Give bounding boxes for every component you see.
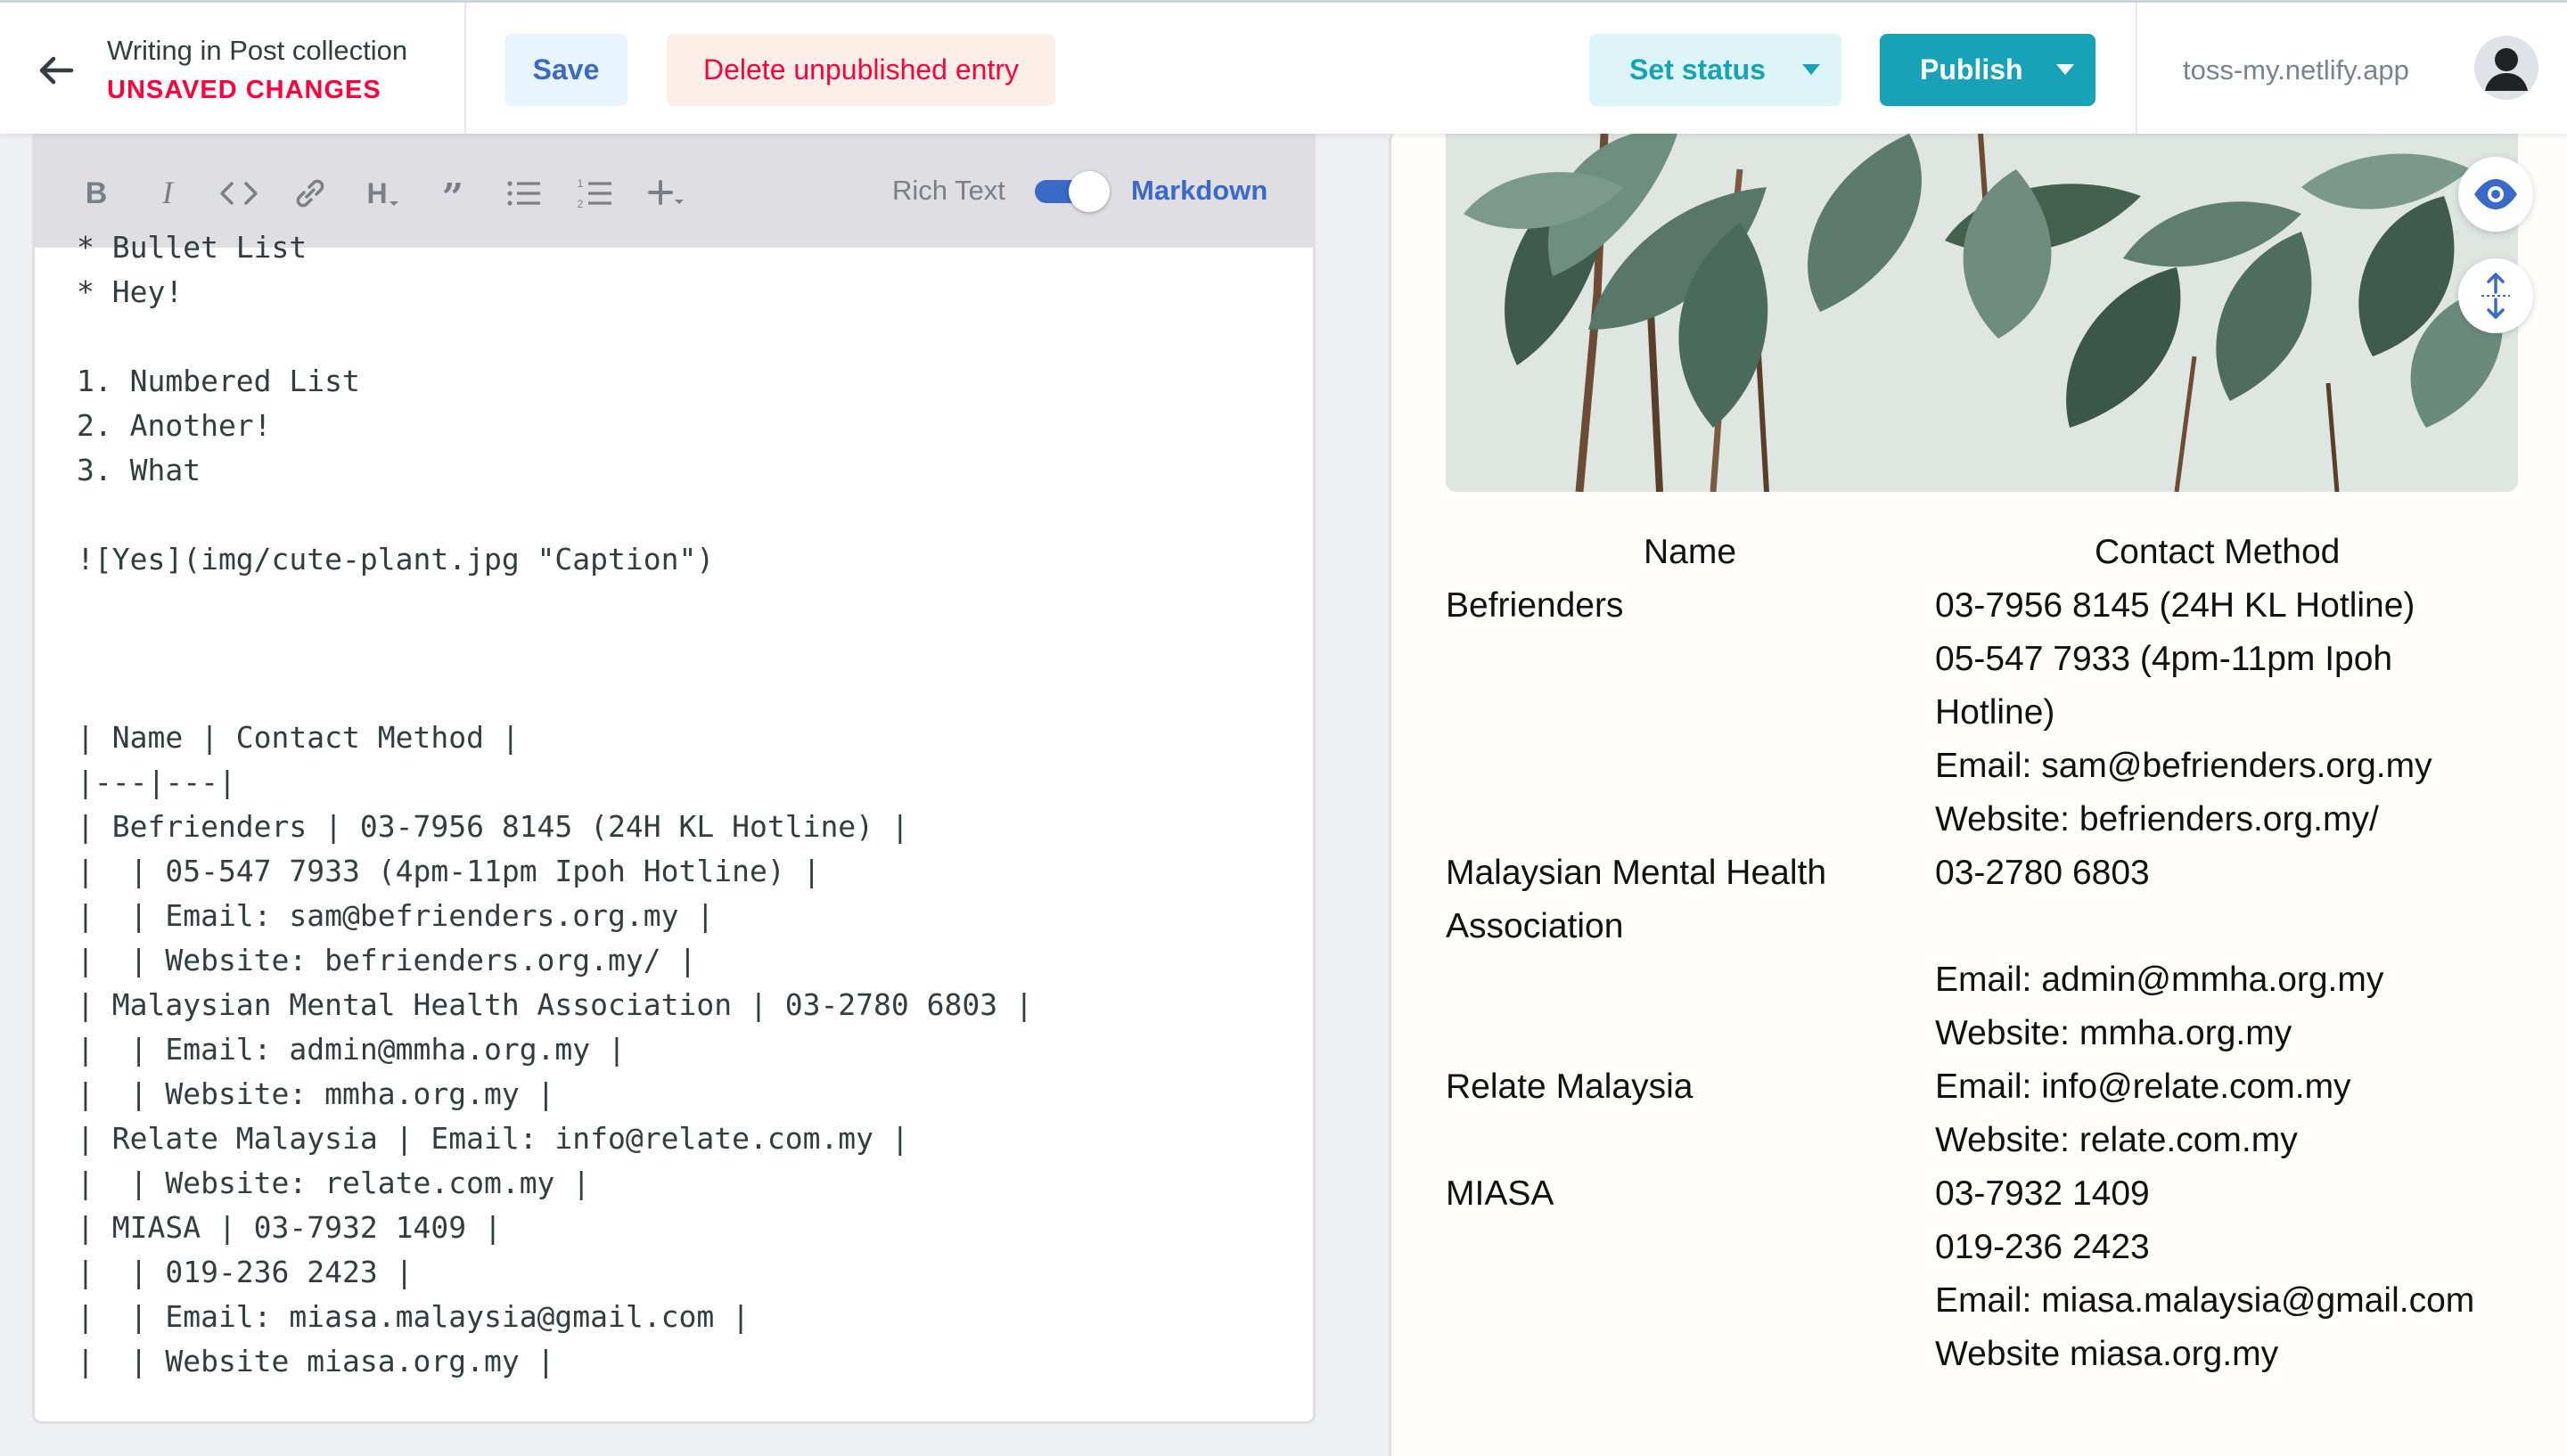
markdown-line: 3. What [77,453,201,487]
markdown-line: 2. Another! [77,408,272,443]
markdown-line: | | 019-236 2423 | [77,1255,414,1289]
chevron-down-icon [2056,64,2074,75]
publish-button[interactable]: Publish [1880,34,2095,106]
site-url-link[interactable]: toss-my.netlify.app [2183,54,2409,86]
svg-text:”: ” [442,176,463,216]
table-cell-contact: Email: info@relate.com.my [1935,1067,2351,1106]
markdown-line: | | 05-547 7933 (4pm-11pm Ipoh Hotline) … [77,854,821,888]
table-cell-contact: Website: mmha.org.my [1935,1014,2292,1052]
table-header-name: Name [1644,533,1737,571]
table-cell-name: Association [1446,907,1624,945]
collection-breadcrumb[interactable]: Writing in Post collection [107,35,407,67]
markdown-line [77,671,1307,716]
back-arrow-icon[interactable] [36,51,75,90]
svg-text:2: 2 [578,198,584,210]
markdown-line [77,626,1307,671]
set-status-label: Set status [1629,53,1766,86]
markdown-line: | | Website: mmha.org.my | [77,1076,555,1111]
markdown-line: | Malaysian Mental Health Association | … [77,987,1033,1022]
table-cell-name: Befrienders [1446,586,1624,625]
italic-icon[interactable]: I [145,171,190,216]
numbered-list-icon[interactable]: 12 [573,171,618,216]
markdown-line: | Relate Malaysia | Email: info@relate.c… [77,1121,909,1156]
unsaved-status: UNSAVED CHANGES [107,76,381,104]
toggle-knob [1069,171,1110,212]
markdown-line: * Bullet List [77,230,308,265]
table-cell-contact: 03-7932 1409 [1935,1174,2150,1213]
table-cell-contact: Website: befrienders.org.my/ [1935,800,2379,838]
table-cell-contact: 019-236 2423 [1935,1228,2150,1266]
code-icon[interactable] [217,171,261,216]
table-cell-contact: 03-2780 6803 [1935,854,2150,892]
table-cell-contact: Email: miasa.malaysia@gmail.com [1935,1281,2475,1320]
bulleted-list-icon[interactable] [502,171,546,216]
divider [2136,3,2137,134]
table-cell-contact: Website miasa.org.my [1935,1335,2279,1373]
cute-plant-image [1446,134,2518,492]
table-cell-contact: Email: sam@befrienders.org.my [1935,747,2432,785]
user-avatar-icon[interactable] [2474,36,2538,100]
add-component-icon[interactable] [644,171,689,216]
table-cell-name: Malaysian Mental Health [1446,854,1827,892]
chevron-down-icon [1802,64,1820,75]
markdown-line [77,493,1307,537]
markdown-line: | | Website miasa.org.my | [77,1344,555,1378]
table-cell-contact: Hotline) [1935,693,2055,732]
svg-text:B: B [86,176,108,210]
markdown-line: | | Email: sam@befrienders.org.my | [77,898,715,933]
editor-header: Writing in Post collection UNSAVED CHANG… [0,0,2567,134]
markdown-editor: B I H ” 12 Rich Text Markdown * Bullet L… [32,134,1316,1424]
table-cell-name: MIASA [1446,1174,1554,1213]
markdown-line: ![Yes](img/cute-plant.jpg "Caption") [77,542,715,577]
markdown-line [77,582,1307,626]
markdown-line: | | Email: admin@mmha.org.my | [77,1032,626,1067]
markdown-line: 1. Numbered List [77,364,360,398]
markdown-line: | Name | Contact Method | [77,720,520,755]
save-button[interactable]: Save [504,34,627,106]
markdown-line: |---|---| [77,765,236,799]
markdown-line: | | Email: miasa.malaysia@gmail.com | [77,1299,750,1334]
markdown-line: | | Website: relate.com.my | [77,1166,591,1200]
markdown-text-area[interactable]: * Bullet List * Hey! 1. Numbered List 2. An… [77,230,1307,1384]
svg-text:H: H [366,177,387,209]
eye-icon[interactable] [2458,157,2533,232]
scroll-sync-icon[interactable] [2458,258,2533,333]
markdown-line: * Hey! [77,274,184,309]
heading-icon[interactable]: H [359,171,404,216]
markdown-mode-label[interactable]: Markdown [1131,175,1267,207]
markdown-line [77,315,1307,359]
divider [464,3,466,134]
preview-pane: Name Contact Method Befrienders 03-7956 8… [1389,134,2567,1456]
markdown-line: | | Website: befrienders.org.my/ | [77,943,697,977]
table-header-contact: Contact Method [2095,533,2341,571]
table-cell-contact: 05-547 7933 (4pm-11pm Ipoh [1935,640,2393,678]
markdown-line: | Befrienders | 03-7956 8145 (24H KL Hot… [77,809,909,844]
set-status-button[interactable]: Set status [1589,34,1841,106]
markdown-mode-toggle[interactable] [1035,171,1110,212]
publish-label: Publish [1920,53,2023,86]
table-cell-contact: Website: relate.com.my [1935,1121,2298,1159]
svg-text:I: I [161,175,175,210]
quote-icon[interactable]: ” [431,171,475,219]
table-cell-name: Relate Malaysia [1446,1067,1694,1106]
link-icon[interactable] [288,171,332,216]
table-cell-contact: Email: admin@mmha.org.my [1935,961,2384,999]
table-cell-contact: 03-7956 8145 (24H KL Hotline) [1935,586,2415,625]
svg-text:1: 1 [578,177,584,190]
bold-icon[interactable]: B [74,171,119,216]
rich-text-mode-label[interactable]: Rich Text [892,175,1005,207]
markdown-line: | MIASA | 03-7932 1409 | [77,1210,502,1245]
delete-unpublished-button[interactable]: Delete unpublished entry [667,34,1055,106]
